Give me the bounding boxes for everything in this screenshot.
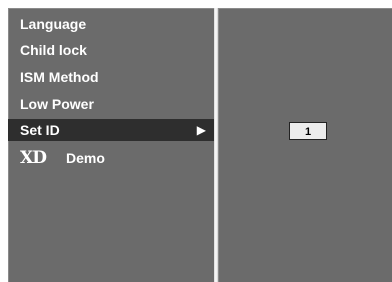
set-id-value-box[interactable]: 1 xyxy=(289,122,327,140)
menu-item-set-id[interactable]: Set ID ▶ xyxy=(8,119,214,141)
menu-item-low-power[interactable]: Low Power xyxy=(8,93,214,115)
options-menu-panel: Language Child lock ISM Method Low Power… xyxy=(8,8,214,282)
menu-item-ism-method[interactable]: ISM Method xyxy=(8,66,214,88)
menu-item-label: ISM Method xyxy=(20,69,99,85)
menu-item-label: Child lock xyxy=(20,42,87,58)
xd-logo: XD xyxy=(20,148,47,168)
menu-item-label: Demo xyxy=(66,150,105,166)
menu-item-label: Set ID xyxy=(20,122,60,138)
menu-item-label: Low Power xyxy=(20,96,94,112)
submenu-arrow-icon: ▶ xyxy=(196,123,206,137)
menu-item-language[interactable]: Language xyxy=(8,13,214,35)
menu-item-child-lock[interactable]: Child lock xyxy=(8,39,214,61)
menu-item-xd-demo[interactable]: XD Demo xyxy=(8,147,214,169)
submenu-panel: 1 xyxy=(218,8,392,282)
menu-item-label: Language xyxy=(20,16,87,32)
